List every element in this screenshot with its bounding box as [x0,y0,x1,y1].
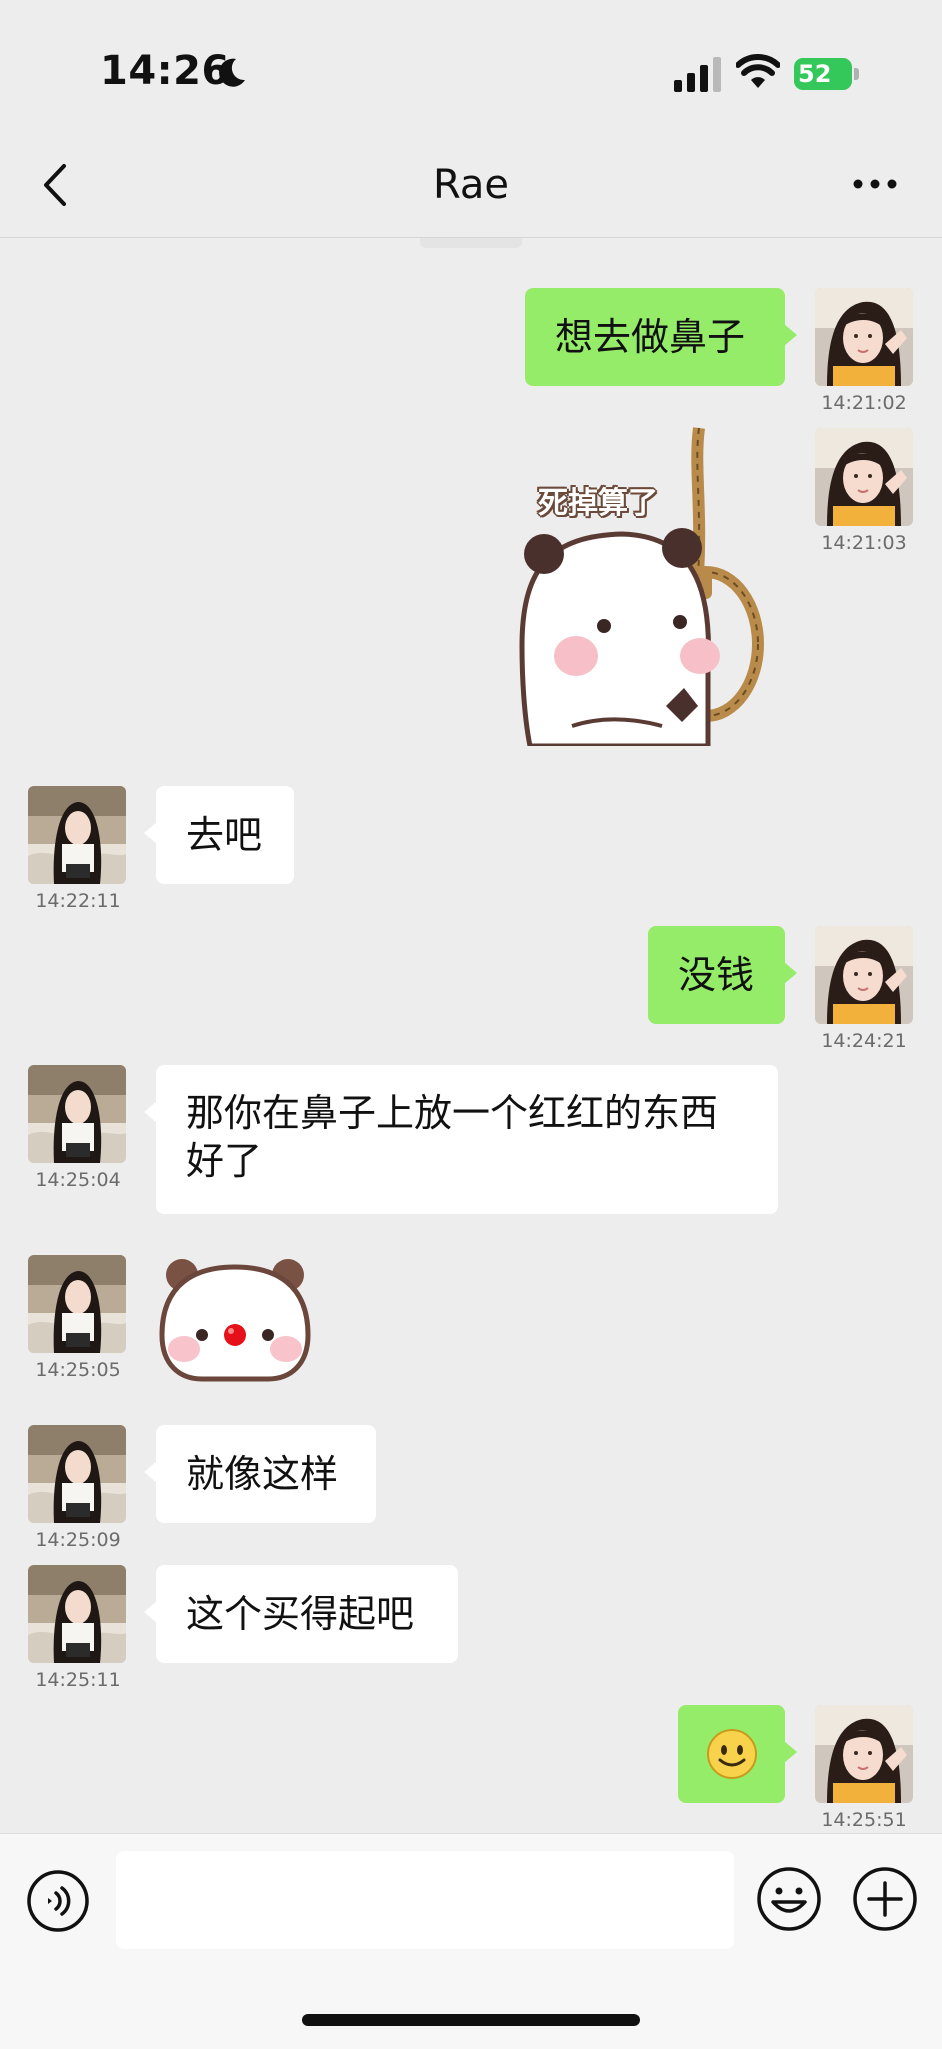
panda-red-nose-sticker[interactable] [156,1253,314,1385]
moon-icon [219,58,245,87]
my-avatar[interactable] [815,428,913,526]
message-text: 去吧 [186,813,263,857]
signal-icon [674,57,721,92]
message-text: 就像这样 [186,1452,339,1496]
my-avatar[interactable] [815,288,913,386]
battery-indicator: 52 [794,58,859,90]
message-timestamp: 14:25:09 [35,1529,121,1551]
message-bubble[interactable]: 就像这样 [144,1425,376,1523]
more-dots-icon[interactable] [850,168,900,200]
smile-emoji-icon [707,1729,757,1779]
message-timestamp: 14:25:05 [35,1359,121,1381]
my-avatar[interactable] [815,926,913,1024]
plus-icon[interactable] [852,1866,918,1932]
my-avatar[interactable] [815,1705,913,1803]
message-bubble[interactable]: 想去做鼻子 [525,288,797,386]
message-bubble[interactable]: 没钱 [648,926,797,1024]
message-timestamp: 14:21:03 [821,532,907,554]
message-input[interactable] [116,1851,734,1949]
home-indicator [302,2014,640,2026]
message-timestamp: 14:22:11 [35,890,121,912]
message-bubble[interactable]: 那你在鼻子上放一个红红的东西 好了 [144,1065,778,1214]
wifi-icon [736,54,780,88]
contact-avatar[interactable] [28,1255,126,1353]
message-text: 那你在鼻子上放一个红红的东西 [186,1091,719,1135]
message-timestamp: 14:21:02 [821,392,907,414]
message-text-line2: 好了 [186,1139,263,1183]
voice-icon[interactable] [26,1869,90,1933]
contact-avatar[interactable] [28,1425,126,1523]
panda-noose-sticker[interactable]: 死掉算了 [512,426,782,749]
message-timestamp: 14:25:51 [821,1809,907,1831]
sticker-caption: 死掉算了 [538,486,658,521]
message-timestamp: 14:24:21 [821,1030,907,1052]
message-bubble[interactable]: 去吧 [144,786,294,884]
status-time: 14:26 [100,48,230,94]
message-text: 这个买得起吧 [186,1592,415,1636]
message-text: 想去做鼻子 [555,315,746,359]
message-timestamp: 14:25:04 [35,1169,121,1191]
message-bubble[interactable]: 这个买得起吧 [144,1565,458,1663]
message-bubble[interactable] [678,1705,797,1803]
message-text: 没钱 [678,953,755,997]
battery-percent: 52 [798,60,832,88]
scroll-indicator [420,238,522,248]
battery-cap [854,68,859,80]
contact-avatar[interactable] [28,1565,126,1663]
contact-avatar[interactable] [28,1065,126,1163]
message-timestamp: 14:25:11 [35,1669,121,1691]
chat-title: Rae [432,162,510,208]
emoji-icon[interactable] [756,1866,822,1932]
contact-avatar[interactable] [28,786,126,884]
